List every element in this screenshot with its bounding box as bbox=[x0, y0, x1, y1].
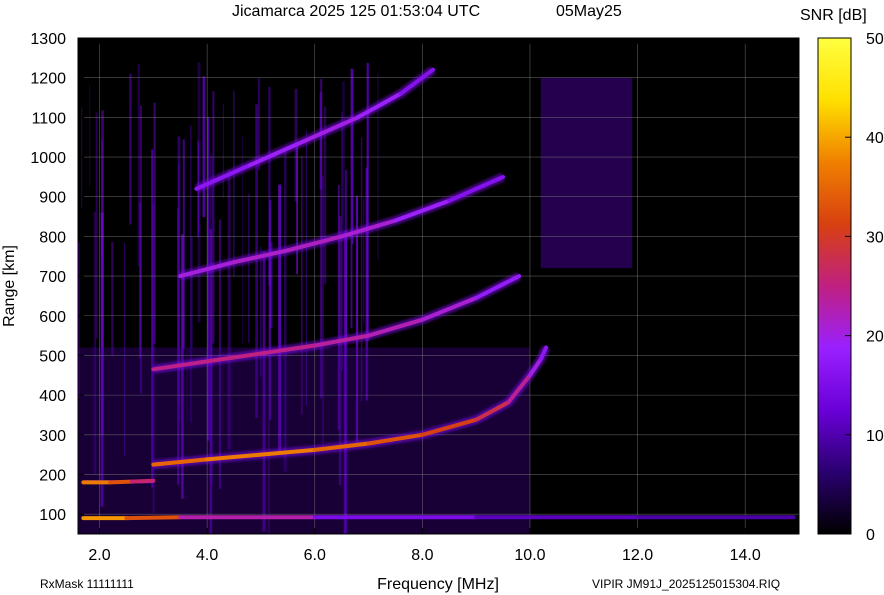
noise-streak bbox=[81, 107, 83, 208]
colorbar-tick-label: 50 bbox=[866, 31, 884, 48]
colorbar-tick-label: 10 bbox=[866, 428, 884, 445]
y-tick-label: 200 bbox=[39, 467, 66, 484]
noise-streak bbox=[137, 64, 140, 267]
y-tick-label: 700 bbox=[39, 269, 66, 286]
colorbar bbox=[817, 37, 852, 535]
noise-streak bbox=[363, 198, 365, 324]
noise-streak bbox=[153, 102, 156, 344]
x-tick-label: 4.0 bbox=[196, 547, 218, 564]
noise-streak bbox=[111, 241, 114, 356]
noise-streak bbox=[350, 68, 353, 329]
noise-streak bbox=[190, 236, 193, 348]
x-tick-label: 12.0 bbox=[622, 547, 653, 564]
y-tick-label: 300 bbox=[39, 428, 66, 445]
ionogram-chart: Jicamarca 2025 125 01:53:04 UTC 05May25 … bbox=[1, 3, 884, 593]
echo-trace-segment bbox=[124, 515, 183, 521]
y-tick-label: 400 bbox=[39, 388, 66, 405]
colorbar-tick-label: 20 bbox=[866, 329, 884, 346]
colorbar-tick-label: 0 bbox=[866, 527, 875, 544]
x-tick-label: 8.0 bbox=[411, 547, 433, 564]
y-tick-label: 100 bbox=[39, 507, 66, 524]
noise-streak bbox=[233, 91, 235, 277]
y-tick-label: 800 bbox=[39, 229, 66, 246]
noise-streak bbox=[89, 85, 91, 187]
noise-streak bbox=[248, 193, 250, 344]
x-axis-label: Frequency [MHz] bbox=[377, 576, 499, 593]
echo-trace-segment bbox=[108, 479, 134, 485]
date-label: 05May25 bbox=[556, 3, 622, 20]
rxmask-label: RxMask 11111111 bbox=[40, 577, 134, 591]
noise-streak bbox=[202, 76, 206, 218]
noise-streak bbox=[342, 81, 345, 242]
colorbar-tick-label: 30 bbox=[866, 229, 884, 246]
y-tick-label: 1000 bbox=[30, 150, 66, 167]
noise-streak bbox=[319, 92, 323, 190]
x-tick-label: 2.0 bbox=[88, 547, 110, 564]
noise-streak bbox=[129, 73, 132, 225]
y-tick-label: 1100 bbox=[32, 110, 67, 127]
echo-trace bbox=[81, 512, 796, 523]
file-label: VIPIR JM91J_2025125015304.RIQ bbox=[592, 577, 780, 591]
colorbar-label: SNR [dB] bbox=[800, 7, 867, 24]
y-axis-ticks: 100 200 300 400 500 600 700 800 900 1000 1100 1200 1… bbox=[30, 31, 84, 524]
echo-trace-segment bbox=[129, 478, 156, 484]
y-tick-label: 1300 bbox=[30, 31, 66, 48]
echo-trace bbox=[81, 476, 156, 487]
colorbar-tick-label: 40 bbox=[866, 130, 884, 147]
x-tick-label: 6.0 bbox=[304, 547, 326, 564]
y-axis-label: Range [km] bbox=[1, 245, 18, 327]
y-tick-label: 900 bbox=[39, 190, 66, 207]
y-tick-label: 500 bbox=[39, 348, 66, 365]
chart-title: Jicamarca 2025 125 01:53:04 UTC bbox=[232, 3, 480, 20]
diffuse-echo-region bbox=[78, 347, 530, 535]
x-tick-label: 10.0 bbox=[514, 547, 545, 564]
y-tick-label: 600 bbox=[39, 309, 66, 326]
spread-echo-region bbox=[540, 77, 633, 269]
y-tick-label: 1200 bbox=[30, 71, 66, 88]
x-tick-label: 14.0 bbox=[730, 547, 761, 564]
